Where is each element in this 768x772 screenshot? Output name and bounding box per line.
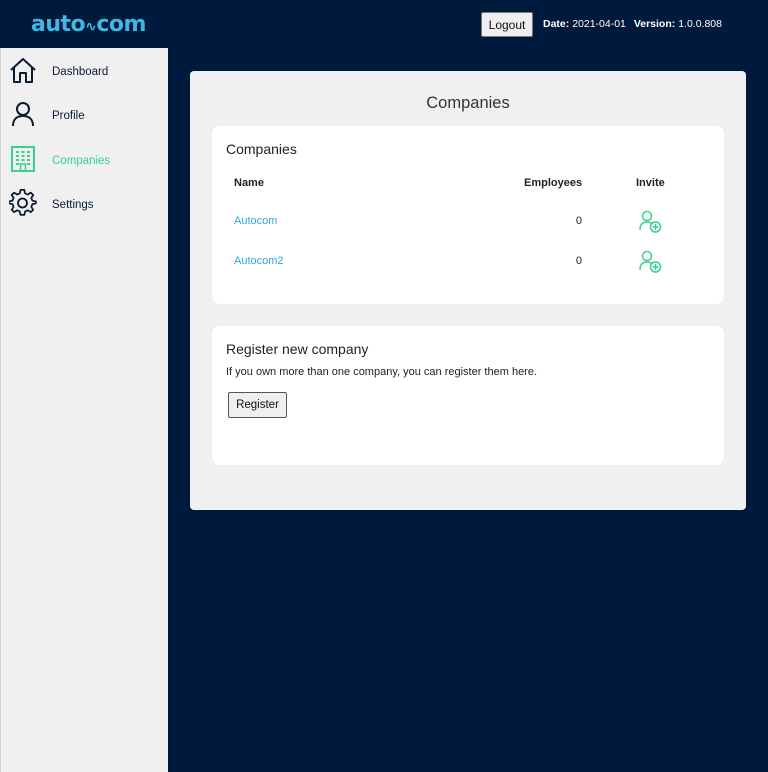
company-name-link[interactable]: Autocom	[234, 215, 277, 227]
version-value: 1.0.0.808	[678, 18, 722, 30]
building-icon	[11, 146, 35, 172]
logo-text-left: auto	[31, 12, 86, 37]
column-header-name: Name	[234, 177, 264, 189]
sidebar-item-profile[interactable]: Profile	[1, 94, 169, 134]
column-header-invite: Invite	[636, 177, 665, 189]
build-info: Date: 2021-04-01 Version: 1.0.0.808	[543, 18, 722, 30]
table-row: Autocom 0	[212, 207, 724, 237]
companies-card: Companies Name Employees Invite Autocom …	[212, 126, 724, 304]
invite-user-icon[interactable]	[638, 209, 664, 235]
company-name-link[interactable]: Autocom2	[234, 255, 284, 267]
main-panel: Companies Companies Name Employees Invit…	[190, 71, 746, 510]
page-title: Companies	[426, 94, 510, 112]
gear-icon	[9, 189, 37, 216]
table-row: Autocom2 0	[212, 247, 724, 277]
sidebar-item-dashboard[interactable]: Dashboard	[1, 50, 169, 90]
date-label: Date:	[543, 18, 570, 30]
companies-card-title: Companies	[226, 141, 297, 157]
logo-text-right: com	[96, 12, 146, 37]
column-header-employees: Employees	[524, 177, 583, 189]
employee-count: 0	[575, 215, 582, 227]
sidebar-item-label: Profile	[52, 110, 85, 122]
sidebar: Dashboard Profile Companies Settings	[0, 48, 168, 772]
logout-button[interactable]: Logout	[481, 12, 533, 37]
sidebar-item-label: Dashboard	[52, 66, 109, 78]
register-card-title: Register new company	[226, 341, 369, 357]
register-description: If you own more than one company, you ca…	[226, 366, 538, 378]
logo-wave-mark: ∿	[85, 19, 97, 35]
register-card: Register new company If you own more tha…	[212, 326, 724, 465]
sidebar-item-companies[interactable]: Companies	[1, 139, 169, 179]
register-button[interactable]: Register	[228, 392, 287, 418]
date-value: 2021-04-01	[572, 18, 626, 30]
sidebar-item-settings[interactable]: Settings	[1, 183, 169, 223]
top-bar: auto∿com Logout Date: 2021-04-01 Version…	[0, 0, 768, 48]
invite-user-icon[interactable]	[638, 249, 664, 275]
sidebar-item-label: Settings	[52, 199, 94, 211]
home-icon	[10, 58, 36, 83]
user-icon	[12, 102, 34, 127]
version-label: Version:	[633, 18, 676, 30]
app-logo[interactable]: auto∿com	[31, 12, 146, 37]
sidebar-item-label: Companies	[52, 155, 111, 167]
employee-count: 0	[575, 255, 582, 267]
